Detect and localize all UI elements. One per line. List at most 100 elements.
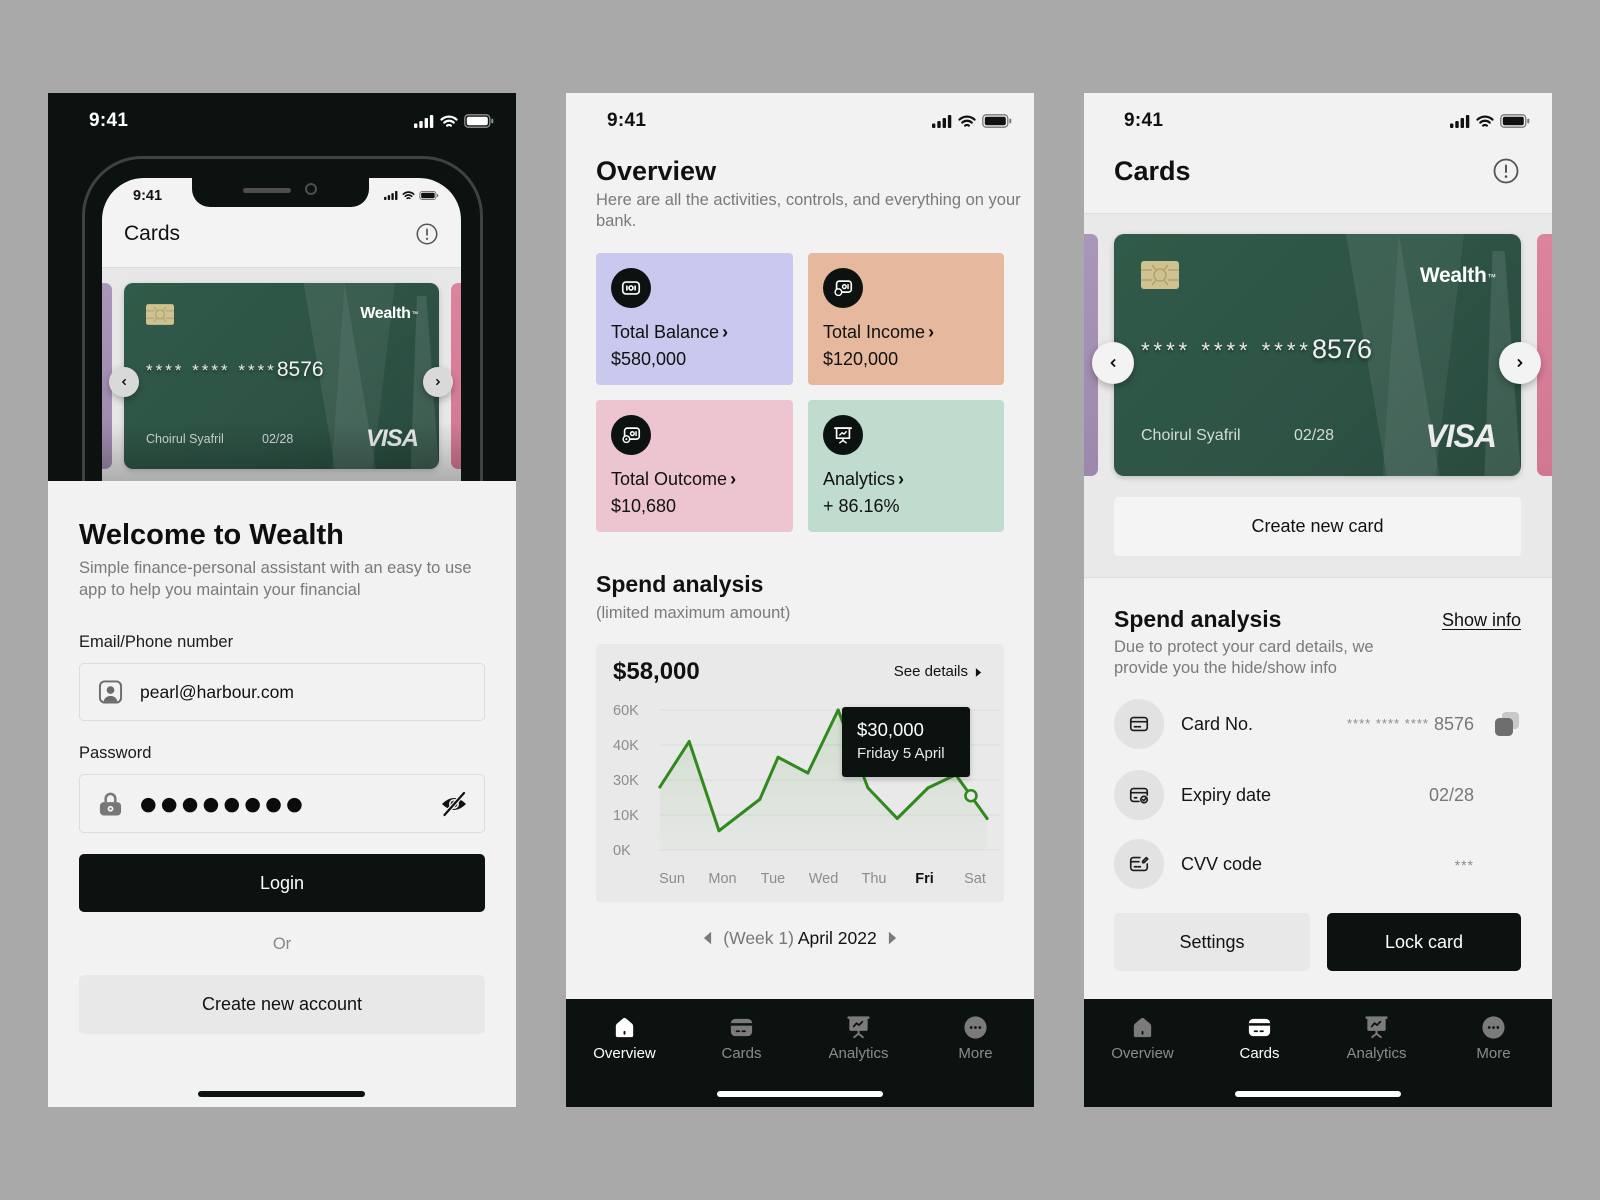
email-label: Email/Phone number bbox=[79, 633, 234, 651]
copy-card-number-button[interactable] bbox=[1494, 711, 1520, 737]
next-card-button[interactable] bbox=[1499, 342, 1541, 384]
row-value: 02/28 bbox=[1428, 785, 1474, 805]
settings-button[interactable]: Settings bbox=[1114, 913, 1310, 971]
signal-icon bbox=[384, 191, 398, 200]
nav-item-analytics[interactable]: Analytics bbox=[800, 999, 917, 1083]
phone-camera bbox=[305, 183, 317, 195]
card-holder-name: Choirul Syafril bbox=[1141, 427, 1241, 444]
stat-value: $10,680 bbox=[611, 496, 677, 516]
email-field[interactable] bbox=[79, 663, 485, 721]
data-point bbox=[895, 817, 899, 820]
card-expiry: 02/28 bbox=[1294, 427, 1335, 444]
x-tick-label: Sun bbox=[659, 871, 685, 887]
x-tick-label: Tue bbox=[761, 871, 785, 887]
caret-right-icon bbox=[975, 667, 982, 677]
nav-label: Cards bbox=[1239, 1045, 1280, 1062]
stat-label: Total Balance › bbox=[611, 321, 728, 343]
caret-left-icon bbox=[704, 931, 712, 945]
stat-label-text: Total Outcome bbox=[611, 469, 728, 489]
tooltip-value: $30,000 bbox=[857, 719, 924, 740]
nav-item-more[interactable]: More bbox=[917, 999, 1034, 1083]
y-tick-label: 0K bbox=[613, 843, 631, 859]
overview-screen: 9:41 Overview Here are all the activitie… bbox=[566, 93, 1034, 1107]
nav-label: Overview bbox=[593, 1045, 656, 1062]
stat-card-total-balance[interactable]: Total Balance › $580,000 bbox=[596, 253, 793, 385]
toggle-password-visibility-button[interactable] bbox=[440, 790, 468, 818]
x-tick-label: Sat bbox=[964, 871, 986, 887]
stat-card-total-outcome[interactable]: Total Outcome › $10,680 bbox=[596, 400, 793, 532]
login-hero: 9:41 9:41 Cards Wealth™ bbox=[48, 93, 516, 481]
card-number-mask: **** **** **** bbox=[1347, 716, 1429, 731]
nav-item-overview[interactable]: Overview bbox=[1084, 999, 1201, 1083]
week-selector: (Week 1) April 2022 bbox=[566, 927, 1034, 949]
spend-analysis-title: Spend analysis bbox=[1114, 606, 1282, 632]
see-details-link[interactable]: See details bbox=[894, 662, 982, 682]
row-icon-badge bbox=[1114, 839, 1164, 889]
row-value: *** bbox=[1455, 853, 1474, 876]
card-icon bbox=[1248, 1018, 1271, 1037]
home-indicator bbox=[1235, 1091, 1401, 1097]
home-icon bbox=[615, 1017, 634, 1038]
nav-label: More bbox=[958, 1045, 993, 1062]
data-point bbox=[658, 785, 662, 789]
password-field[interactable]: ●●●●●●●● bbox=[79, 774, 485, 833]
info-icon bbox=[416, 223, 438, 245]
y-tick-label: 40K bbox=[613, 738, 639, 754]
previous-week-button[interactable] bbox=[703, 930, 712, 946]
next-week-button[interactable] bbox=[888, 930, 897, 946]
spend-analysis-description: Due to protect your card details, we pro… bbox=[1114, 638, 1374, 677]
nav-item-cards[interactable]: Cards bbox=[1201, 999, 1318, 1083]
previous-card-button[interactable] bbox=[1092, 342, 1134, 384]
row-label: CVV code bbox=[1181, 854, 1263, 874]
card-check-icon bbox=[1129, 787, 1149, 804]
income-icon bbox=[834, 280, 853, 297]
wifi-icon bbox=[958, 115, 976, 127]
cvv-mask: *** bbox=[1454, 857, 1474, 873]
x-tick-label: Mon bbox=[708, 871, 736, 887]
lock-card-button[interactable]: Lock card bbox=[1327, 913, 1521, 971]
stat-value: + 86.16% bbox=[823, 496, 900, 516]
status-time: 9:41 bbox=[607, 110, 647, 131]
presentation-chart-icon bbox=[847, 1016, 870, 1039]
card-chip-icon bbox=[1141, 261, 1179, 289]
create-new-card-button[interactable]: Create new card bbox=[1114, 497, 1521, 556]
battery-icon bbox=[419, 191, 439, 200]
data-point bbox=[687, 740, 691, 743]
chart-total-amount: $58,000 bbox=[613, 658, 700, 685]
spend-analysis-title: Spend analysis bbox=[596, 571, 764, 597]
stat-label: Total Income › bbox=[823, 321, 934, 343]
card-chip-icon bbox=[146, 304, 174, 325]
nav-item-overview[interactable]: Overview bbox=[566, 999, 683, 1083]
email-input[interactable] bbox=[140, 664, 460, 720]
page-title: Cards bbox=[1114, 156, 1191, 186]
tooltip-date: Friday 5 April bbox=[857, 745, 945, 762]
stat-label-text: Analytics bbox=[823, 469, 896, 489]
copy-icon bbox=[1495, 712, 1519, 736]
wifi-icon bbox=[440, 115, 458, 127]
wifi-icon bbox=[1476, 115, 1494, 127]
credit-card[interactable]: Wealth™ **** **** ****8576 Choirul Syafr… bbox=[1114, 234, 1521, 476]
chevron-right-icon: › bbox=[730, 469, 737, 489]
stat-card-analytics[interactable]: Analytics › + 86.16% bbox=[808, 400, 1004, 532]
cash-icon bbox=[621, 281, 641, 295]
nav-item-cards[interactable]: Cards bbox=[683, 999, 800, 1083]
password-input[interactable]: ●●●●●●●● bbox=[140, 793, 307, 815]
status-icons bbox=[414, 114, 494, 128]
login-button[interactable]: Login bbox=[79, 854, 485, 912]
show-info-link[interactable]: Show info bbox=[1442, 610, 1521, 630]
status-icons bbox=[1450, 114, 1530, 128]
nav-item-analytics[interactable]: Analytics bbox=[1318, 999, 1435, 1083]
phone-speaker bbox=[243, 188, 291, 193]
mockup-fade-overlay bbox=[102, 328, 461, 481]
card-number-mask: **** **** **** bbox=[1141, 338, 1312, 363]
lock-icon bbox=[99, 792, 122, 816]
create-account-button[interactable]: Create new account bbox=[79, 975, 485, 1034]
visa-logo: VISA bbox=[1425, 418, 1497, 454]
stat-value: $120,000 bbox=[823, 349, 899, 369]
stat-label-text: Total Income bbox=[823, 322, 926, 342]
chevron-right-icon: › bbox=[898, 469, 905, 489]
nav-item-more[interactable]: More bbox=[1435, 999, 1552, 1083]
info-button[interactable] bbox=[1493, 158, 1519, 184]
stat-card-total-income[interactable]: Total Income › $120,000 bbox=[808, 253, 1004, 385]
welcome-title: Welcome to Wealth bbox=[79, 519, 344, 551]
